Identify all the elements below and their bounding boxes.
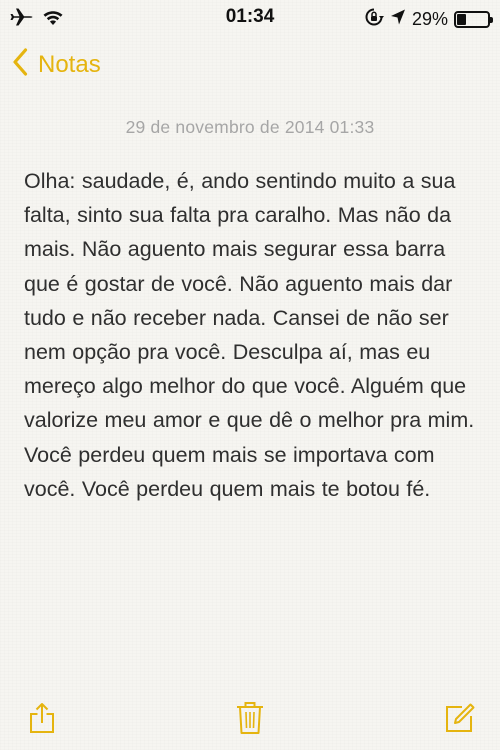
battery-level-fill (457, 14, 466, 25)
battery-icon (454, 11, 493, 28)
trash-icon (236, 701, 264, 740)
compose-button[interactable] (440, 698, 480, 742)
status-right-group: 29% (364, 7, 493, 32)
back-label: Notas (38, 50, 101, 78)
delete-button[interactable] (230, 698, 270, 742)
chevron-left-icon (12, 48, 28, 81)
share-button[interactable] (22, 698, 62, 742)
location-arrow-icon (390, 8, 406, 31)
note-body[interactable]: Olha: saudade, é, ando sentindo muito a … (24, 164, 482, 506)
note-date: 29 de novembro de 2014 01:33 (125, 117, 375, 137)
share-icon (29, 702, 55, 739)
battery-percent: 29% (411, 9, 448, 29)
status-bar: 01:34 29% (0, 0, 500, 36)
rotation-lock-icon (364, 7, 384, 32)
compose-icon (445, 703, 475, 738)
bottom-toolbar (0, 690, 500, 750)
back-button[interactable]: Notas (12, 48, 101, 81)
